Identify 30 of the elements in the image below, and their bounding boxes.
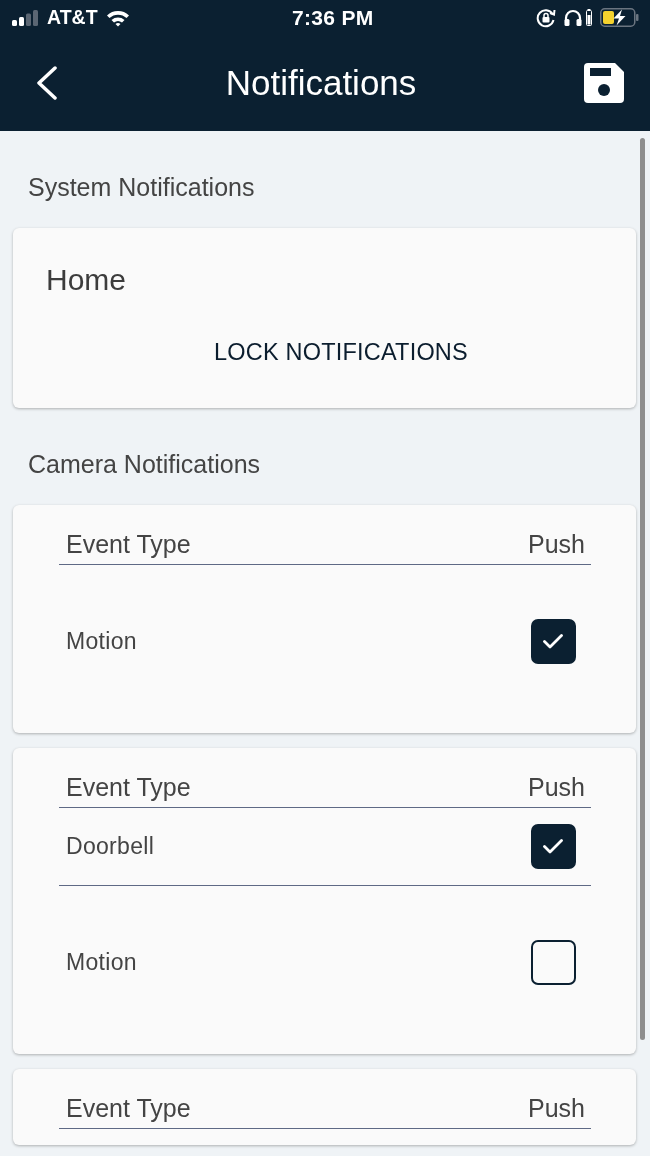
lock-notifications-button[interactable]: LOCK NOTIFICATIONS: [202, 331, 480, 375]
checkmark-icon: [543, 633, 563, 649]
save-button[interactable]: [584, 63, 624, 103]
small-battery-icon: [586, 9, 592, 26]
column-header: Push: [527, 771, 585, 803]
column-header: Event Type: [65, 771, 192, 803]
push-checkbox[interactable]: [530, 824, 576, 869]
signal-icon: [12, 9, 39, 26]
wifi-icon: [105, 8, 130, 27]
column-header: Event Type: [65, 1092, 192, 1124]
section-heading: System Notifications: [27, 174, 256, 200]
section-heading: Camera Notifications: [27, 451, 262, 477]
page-title: Notifications: [225, 61, 417, 104]
column-header: Push: [527, 1092, 585, 1124]
column-header: Push: [527, 528, 585, 560]
push-checkbox[interactable]: [530, 939, 576, 985]
chevron-left-icon: [36, 66, 58, 100]
checkmark-icon: [543, 839, 563, 854]
charging-battery-icon: [600, 8, 640, 27]
event-label: Motion: [65, 626, 138, 656]
card-title: Home: [46, 264, 128, 296]
rotation-lock-icon: [536, 7, 556, 28]
event-label: Doorbell: [65, 832, 156, 862]
status-time: 7:36 PM: [292, 4, 374, 31]
back-button[interactable]: [36, 66, 58, 100]
event-label: Motion: [65, 947, 138, 977]
carrier-name: AT&T: [47, 4, 98, 30]
push-checkbox[interactable]: [530, 618, 576, 664]
column-header: Event Type: [65, 528, 192, 560]
headphones-icon: [564, 9, 582, 26]
